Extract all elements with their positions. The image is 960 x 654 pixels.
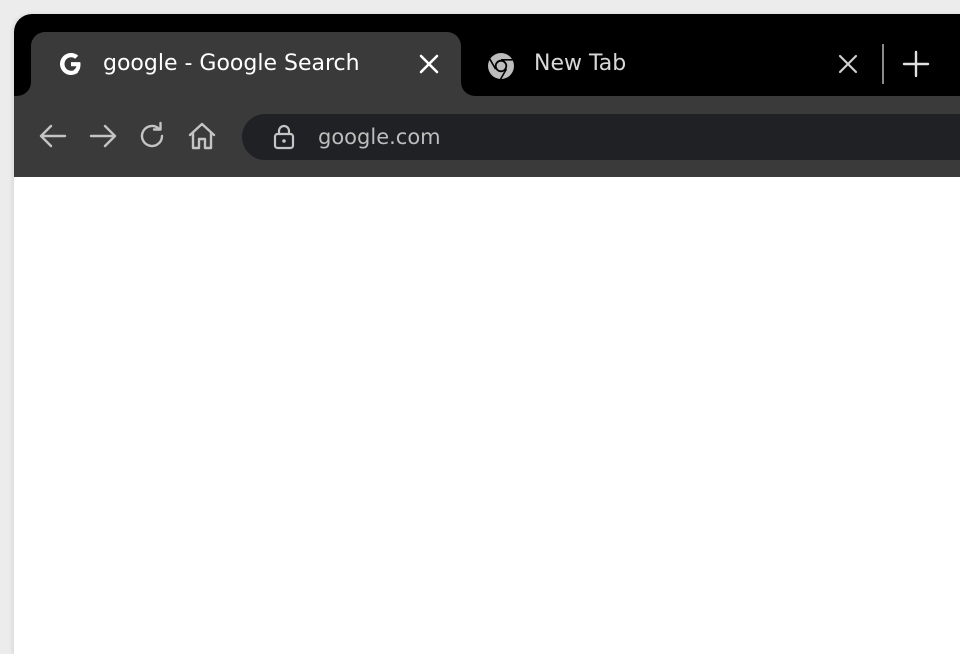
close-icon[interactable] [836,52,860,76]
browser-toolbar: google.com [14,96,960,177]
arrow-left-icon[interactable] [37,120,69,152]
tab-title: google - Google Search [103,51,360,76]
tab-new-tab[interactable]: New Tab [474,32,870,96]
close-icon[interactable] [417,52,441,76]
lock-icon[interactable] [272,124,296,150]
tab-title: New Tab [534,51,627,76]
page-content[interactable] [14,177,960,654]
arrow-right-icon[interactable] [87,120,119,152]
chrome-icon [486,51,514,80]
google-g-icon [58,51,84,77]
new-tab-plus-icon[interactable] [902,50,930,78]
address-bar[interactable]: google.com [242,114,960,160]
tab-google-search[interactable]: google - Google Search [31,32,461,96]
tab-strip: google - Google Search New Tab [14,14,960,96]
home-icon[interactable] [186,120,218,152]
url-text[interactable]: google.com [318,123,441,151]
reload-icon[interactable] [136,120,168,152]
tab-divider [882,44,884,84]
browser-window: google - Google Search New Tab google.co… [14,14,960,654]
